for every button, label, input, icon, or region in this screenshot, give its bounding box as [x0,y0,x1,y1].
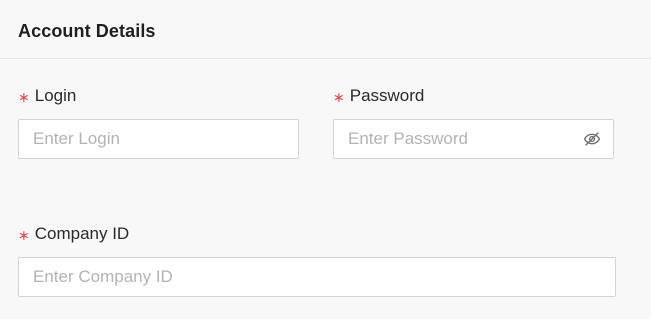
company-id-label-text: Company ID [34,224,130,243]
password-label: ∗ Password [333,86,424,106]
required-asterisk: ∗ [18,88,30,105]
required-asterisk: ∗ [18,226,30,243]
section-divider [0,58,651,59]
section-title: Account Details [18,21,156,41]
password-label-text: Password [349,86,425,105]
company-id-label: ∗ Company ID [18,224,129,244]
required-asterisk: ∗ [333,88,345,105]
login-input[interactable] [18,119,299,159]
password-input[interactable] [333,119,614,159]
eye-slash-icon[interactable] [582,129,602,149]
company-id-input[interactable] [18,257,616,297]
password-field [333,119,614,159]
login-label: ∗ Login [18,86,76,106]
login-label-text: Login [34,86,77,105]
